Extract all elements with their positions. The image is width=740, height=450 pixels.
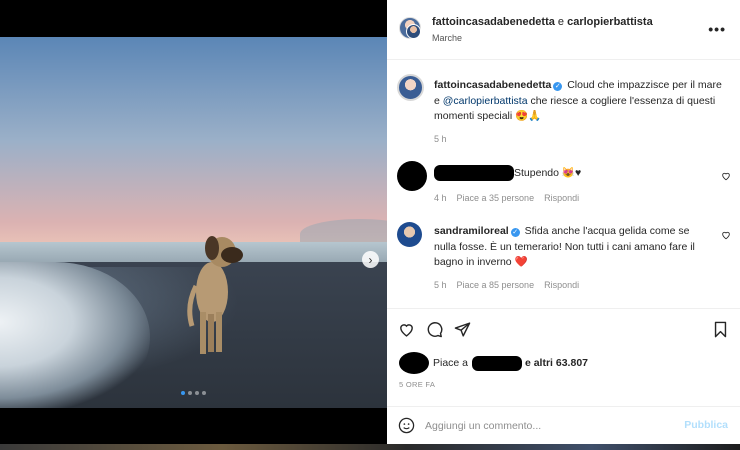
mention-link[interactable]: @carlopierbattista — [443, 95, 528, 107]
avatar[interactable] — [397, 222, 422, 247]
comment-input[interactable] — [425, 417, 675, 434]
comment-likes[interactable]: Piace a 85 persone — [457, 280, 535, 290]
publish-button[interactable]: Pubblica — [684, 419, 728, 431]
carousel-dot — [181, 391, 185, 395]
heart-icon[interactable] — [721, 230, 731, 240]
post-timestamp: 5 ORE FA — [399, 380, 436, 389]
avatar-secondary[interactable] — [406, 24, 421, 39]
next-slide-button[interactable]: › — [362, 251, 379, 268]
post-authors: fattoincasadabenedetta e carlopierbattis… — [432, 16, 653, 28]
post-media[interactable]: › — [0, 0, 387, 444]
author-link[interactable]: fattoincasadabenedetta — [432, 16, 555, 28]
caption-time: 5 h — [434, 134, 447, 144]
heart-icon[interactable] — [721, 171, 731, 181]
action-bar — [387, 308, 740, 348]
post-caption: fattoincasadabenedetta ✓ Cloud che impazz… — [434, 79, 722, 122]
heart-icon[interactable] — [398, 321, 415, 338]
comment: Stupendo 😻♥ — [434, 165, 581, 181]
post-details-panel: fattoincasadabenedetta e carlopierbattis… — [387, 0, 740, 444]
comment-composer: Pubblica — [387, 406, 740, 444]
dog-figure — [187, 236, 243, 354]
post-header: fattoincasadabenedetta e carlopierbattis… — [387, 0, 740, 60]
verified-icon: ✓ — [553, 82, 563, 91]
chevron-right-icon: › — [368, 252, 373, 267]
comment-meta: 4 h Piace a 35 persone Rispondi — [434, 193, 580, 203]
verified-icon: ✓ — [510, 228, 520, 237]
post-image[interactable]: › — [0, 37, 387, 408]
bookmark-icon[interactable] — [712, 321, 729, 338]
coauthor-link[interactable]: carlopierbattista — [567, 16, 653, 28]
reply-button[interactable]: Rispondi — [544, 193, 579, 203]
caption-username[interactable]: fattoincasadabenedetta — [434, 79, 551, 91]
comment-meta: 5 h Piace a 85 persone Rispondi — [434, 280, 580, 290]
comment-icon[interactable] — [426, 321, 443, 338]
carousel-dot — [202, 391, 206, 395]
redacted-username — [434, 165, 514, 181]
comments-list[interactable]: fattoincasadabenedetta ✓ Cloud che impazz… — [387, 61, 740, 308]
avatar[interactable] — [397, 74, 424, 101]
liker-avatars — [399, 352, 429, 374]
carousel-dot — [195, 391, 199, 395]
likes-summary[interactable]: Piace a e altri 63.807 — [399, 352, 588, 374]
carousel-dot — [188, 391, 192, 395]
more-icon[interactable]: ••• — [708, 21, 726, 37]
comment: sandramiloreal ✓ Sfida anche l'acqua geli… — [434, 225, 695, 268]
share-icon[interactable] — [454, 321, 471, 338]
redacted-username — [472, 355, 523, 371]
avatar[interactable] — [397, 161, 427, 191]
emoji-icon[interactable] — [398, 417, 415, 434]
comment-username[interactable]: sandramiloreal — [434, 225, 509, 237]
location-link[interactable]: Marche — [432, 33, 462, 43]
comment-likes[interactable]: Piace a 35 persone — [457, 193, 535, 203]
reply-button[interactable]: Rispondi — [544, 280, 579, 290]
carousel-indicator — [181, 391, 206, 395]
